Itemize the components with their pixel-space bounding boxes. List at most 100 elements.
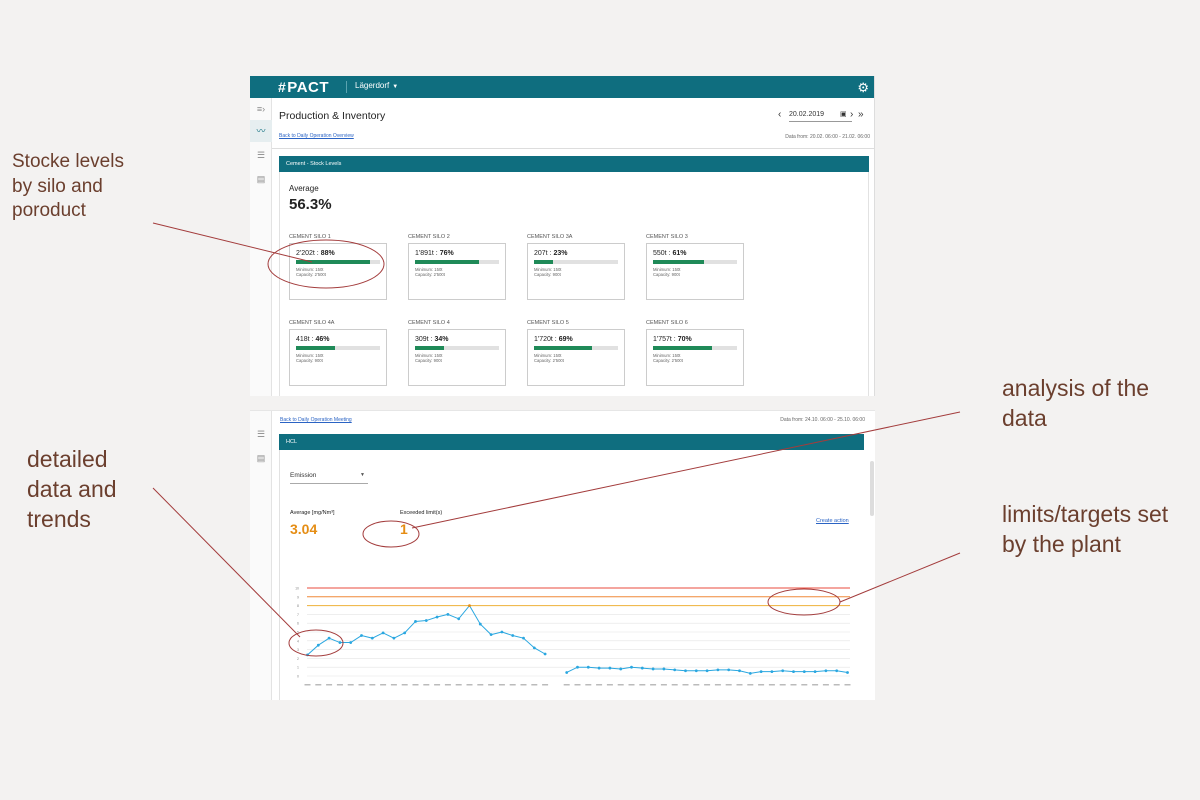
silo-meta: Minimum: 150t Capacity: 2'500t [415, 267, 499, 278]
silo-card[interactable]: CEMENT SILO 4 309t : 34% Minimum: 150t Capa… [408, 320, 506, 386]
x-tick-label [660, 684, 667, 686]
x-tick-label [844, 684, 851, 686]
scrollbar[interactable] [870, 461, 874, 516]
plant-selector[interactable]: Lägerdorf ▼ [346, 81, 398, 93]
x-tick-label [574, 684, 581, 686]
y-tick-label: 4 [297, 639, 299, 643]
data-point [716, 668, 720, 672]
data-point [435, 615, 439, 619]
back-to-meeting-link[interactable]: Back to Daily Operation Meeting [280, 417, 352, 423]
silo-amount: 1'720t : 69% [534, 336, 573, 343]
date-picker[interactable]: ‹ 20.02.2019 ▣ › » [778, 109, 864, 123]
silo-card[interactable]: CEMENT SILO 3 550t : 61% Minimum: 150t Capa… [646, 234, 744, 300]
silo-box: 1'720t : 69% Minimum: 150t Capacity: 2'500… [527, 329, 625, 386]
list-icon[interactable]: ☰ [250, 144, 272, 166]
silo-meta: Minimum: 150t Capacity: 2'500t [296, 267, 380, 278]
calendar-icon[interactable]: ▣ [840, 110, 847, 118]
exceeded-data-point [468, 604, 471, 607]
app-header: #PACT Lägerdorf ▼ ⚙ [250, 76, 874, 98]
silo-amount: 1'757t : 70% [653, 336, 692, 343]
data-point [500, 630, 504, 634]
data-point [457, 617, 461, 621]
silo-fill-bar [534, 346, 592, 350]
silo-percent: 34% [434, 336, 449, 343]
x-tick-label [542, 684, 549, 686]
x-tick-label [380, 684, 387, 686]
x-tick-label [801, 684, 808, 686]
silo-fill-track [653, 346, 737, 350]
data-point [338, 641, 342, 644]
data-point [824, 669, 828, 673]
y-tick-label: 3 [297, 648, 299, 652]
x-tick-label [768, 684, 775, 686]
data-point [446, 613, 450, 616]
silo-name: CEMENT SILO 5 [527, 320, 569, 326]
data-point [522, 636, 525, 640]
silo-fill-bar [534, 260, 554, 264]
data-point [360, 634, 363, 637]
sidebar: ≡› 〰 ☰ ▤ [250, 98, 272, 396]
y-tick-label: 10 [295, 587, 299, 591]
x-tick-label [790, 684, 797, 686]
x-tick-label [617, 684, 624, 686]
x-tick-label [725, 684, 732, 686]
silo-name: CEMENT SILO 2 [408, 234, 450, 240]
list-icon[interactable]: ☰ [250, 423, 272, 445]
x-tick-label [682, 684, 689, 686]
silo-amount: 309t : 34% [415, 336, 449, 343]
data-point [327, 636, 331, 640]
silo-fill-bar [296, 346, 335, 350]
silo-fill-bar [653, 260, 705, 264]
annotation-limits: limits/targets set by the plant [1002, 500, 1168, 560]
back-to-overview-link[interactable]: Back to Daily Operation Overview [279, 133, 354, 139]
data-point [349, 641, 353, 644]
silo-fill-track [296, 346, 380, 350]
comment-icon[interactable]: ▤ [250, 447, 272, 469]
silo-meta: Minimum: 150t Capacity: 900t [653, 267, 737, 278]
y-tick-label: 8 [297, 604, 299, 608]
data-point [802, 670, 806, 673]
silo-name: CEMENT SILO 6 [646, 320, 688, 326]
data-point [705, 669, 709, 673]
silo-card[interactable]: CEMENT SILO 2 1'891t : 76% Minimum: 150t Ca… [408, 234, 506, 300]
x-tick-label [812, 684, 819, 686]
data-range-text: Data from: 24.10. 06:00 - 25.10. 06:00 [780, 417, 865, 423]
silo-card[interactable]: CEMENT SILO 4A 418t : 46% Minimum: 150t Cap… [289, 320, 387, 386]
x-tick-label [423, 684, 430, 686]
comment-icon[interactable]: ▤ [250, 168, 272, 190]
chevron-right-icon[interactable]: › [850, 109, 853, 121]
divider [272, 148, 874, 149]
x-tick-label [822, 684, 829, 686]
silo-meta: Minimum: 150t Capacity: 2'500t [534, 353, 618, 364]
x-tick-label [628, 684, 635, 686]
note-line: data and [27, 475, 117, 502]
double-chevron-right-icon[interactable]: » [858, 109, 864, 121]
app-logo[interactable]: #PACT [278, 79, 329, 96]
silo-percent: 23% [553, 250, 568, 257]
silo-capacity: Capacity: 2'500t [415, 272, 445, 278]
silo-amount-value: 2'202t [296, 250, 315, 257]
collapse-menu-icon[interactable]: ≡› [250, 98, 272, 120]
silo-percent: 46% [315, 336, 330, 343]
silo-card[interactable]: CEMENT SILO 3A 207t : 23% Minimum: 150t Cap… [527, 234, 625, 300]
x-tick-label [455, 684, 462, 686]
data-point [738, 669, 741, 673]
silo-card[interactable]: CEMENT SILO 6 1'757t : 70% Minimum: 150t Ca… [646, 320, 744, 386]
x-tick-label [671, 684, 678, 686]
silo-capacity: Capacity: 900t [296, 358, 323, 364]
silo-fill-track [415, 346, 499, 350]
trend-icon[interactable]: 〰 [250, 120, 272, 142]
silo-box: 1'757t : 70% Minimum: 150t Capacity: 2'500… [646, 329, 744, 386]
chevron-left-icon[interactable]: ‹ [778, 109, 781, 121]
data-range-text: Data from: 20.02. 06:00 - 21.02. 06:00 [785, 134, 870, 140]
y-tick-label: 5 [297, 631, 299, 635]
data-point [370, 636, 374, 640]
x-tick-label [596, 684, 603, 686]
silo-card[interactable]: CEMENT SILO 5 1'720t : 69% Minimum: 150t Ca… [527, 320, 625, 386]
silo-card[interactable]: CEMENT SILO 1 2'202t : 88% Minimum: 150t Ca… [289, 234, 387, 300]
gear-icon[interactable]: ⚙ [857, 80, 869, 96]
silo-amount: 1'891t : 76% [415, 250, 454, 257]
silo-amount: 2'202t : 88% [296, 250, 335, 257]
silo-amount-value: 207t [534, 250, 548, 257]
data-point [478, 622, 482, 626]
